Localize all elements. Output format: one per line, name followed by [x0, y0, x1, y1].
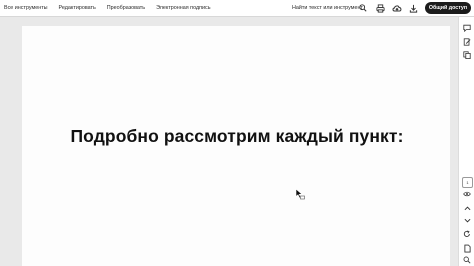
file-icon[interactable] [462, 243, 472, 253]
document-heading: Подробно рассмотрим каждый пункт: [70, 126, 404, 146]
edit-pages-icon[interactable] [462, 37, 472, 47]
mouse-cursor-icon [295, 187, 305, 200]
menu-all-tools[interactable]: Все инструменты [4, 5, 48, 11]
zoom-icon[interactable] [462, 255, 472, 265]
main-menu: Все инструменты Редактировать Преобразов… [4, 0, 222, 16]
right-sidebar: 1 [458, 17, 474, 266]
menu-convert[interactable]: Преобразовать [107, 5, 145, 11]
download-icon[interactable] [408, 3, 418, 13]
top-toolbar: Все инструменты Редактировать Преобразов… [0, 0, 474, 17]
search-icon[interactable] [358, 3, 368, 13]
copy-icon[interactable] [462, 50, 472, 60]
chevron-up-icon[interactable] [462, 203, 472, 213]
chevron-down-icon[interactable] [462, 215, 472, 225]
view-icon[interactable] [462, 189, 472, 199]
menu-e-signature[interactable]: Электронная подпись [156, 5, 210, 11]
comment-icon[interactable] [462, 23, 472, 33]
search-tools-link[interactable]: Найти текст или инструмент [292, 0, 363, 16]
page-number-indicator[interactable]: 1 [462, 177, 473, 188]
share-button[interactable]: Общий доступ [425, 2, 471, 14]
print-icon[interactable] [375, 3, 385, 13]
cloud-upload-icon[interactable] [392, 3, 402, 13]
menu-edit[interactable]: Редактировать [59, 5, 96, 11]
rotate-icon[interactable] [462, 229, 472, 239]
